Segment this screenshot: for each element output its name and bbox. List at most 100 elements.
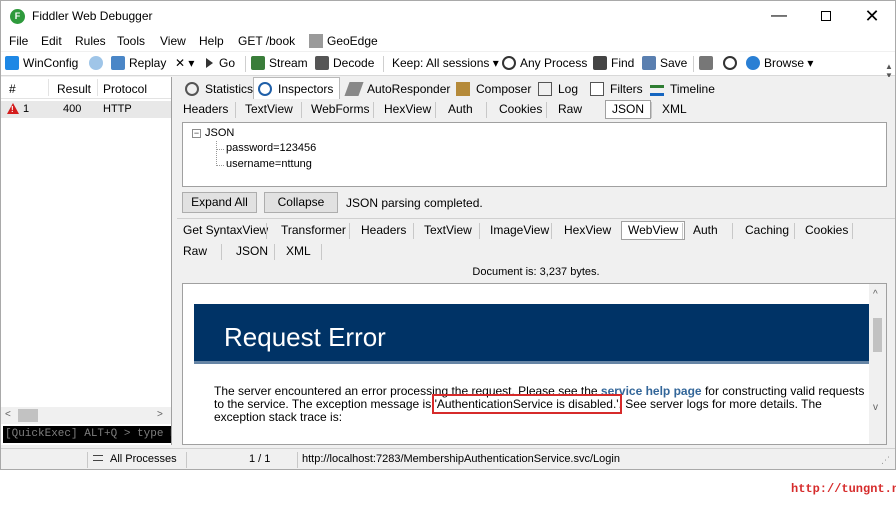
tab-inspectors[interactable]: Inspectors bbox=[253, 77, 341, 99]
service-help-link[interactable]: service help page bbox=[601, 384, 702, 398]
menu-geoedge[interactable]: GeoEdge bbox=[309, 34, 378, 48]
req-tab-cookies[interactable]: Cookies bbox=[499, 102, 542, 116]
tab-log[interactable]: Log bbox=[534, 80, 584, 99]
collapse-node-icon[interactable]: − bbox=[192, 129, 201, 138]
req-tab-textview[interactable]: TextView bbox=[245, 102, 293, 116]
tab-filters[interactable]: Filters bbox=[586, 80, 649, 99]
winconfig-label: WinConfig bbox=[23, 56, 79, 70]
maximize-button[interactable] bbox=[803, 1, 849, 31]
fiddler-logo-icon: F bbox=[10, 9, 25, 24]
json-node-username[interactable]: username=nttung bbox=[226, 158, 312, 170]
tab-divider bbox=[551, 223, 552, 239]
menu-tools[interactable]: Tools bbox=[117, 34, 145, 48]
resp-tab-raw[interactable]: Raw bbox=[183, 244, 207, 258]
menu-edit[interactable]: Edit bbox=[41, 34, 62, 48]
json-root-node[interactable]: JSON bbox=[205, 127, 234, 139]
stream-button[interactable]: Stream bbox=[251, 56, 308, 70]
tree-connector bbox=[216, 165, 224, 166]
find-button[interactable]: Find bbox=[593, 56, 634, 70]
screenshot-button[interactable] bbox=[699, 56, 717, 70]
resp-tab-xml[interactable]: XML bbox=[286, 244, 311, 258]
tab-autoresponder[interactable]: AutoResponder bbox=[343, 80, 456, 99]
replay-button[interactable]: Replay bbox=[111, 56, 166, 70]
comment-button[interactable] bbox=[89, 56, 107, 70]
error-text-before: The server encountered an error processi… bbox=[214, 384, 601, 398]
remove-sessions-button[interactable]: ✕ ▾ bbox=[175, 56, 194, 70]
browse-button[interactable]: Browse ▾ bbox=[746, 56, 813, 70]
req-tab-raw[interactable]: Raw bbox=[558, 102, 582, 116]
menu-help[interactable]: Help bbox=[199, 34, 224, 48]
clock-icon bbox=[723, 56, 737, 70]
go-button[interactable]: Go bbox=[206, 56, 235, 70]
tab-statistics[interactable]: Statistics bbox=[181, 80, 259, 99]
scroll-thumb[interactable] bbox=[873, 318, 882, 352]
keep-sessions-dropdown[interactable]: Keep: All sessions ▾ bbox=[392, 56, 499, 70]
toolbar-separator bbox=[383, 56, 384, 72]
window-title: Fiddler Web Debugger bbox=[32, 9, 153, 23]
scroll-thumb[interactable] bbox=[18, 409, 38, 422]
process-filter[interactable]: All Processes bbox=[93, 453, 177, 465]
resize-grip-icon[interactable]: ⋰ bbox=[881, 455, 890, 466]
req-tab-hexview[interactable]: HexView bbox=[384, 102, 431, 116]
resp-tab-cookies[interactable]: Cookies bbox=[805, 223, 848, 237]
collapse-button[interactable]: Collapse bbox=[264, 192, 338, 213]
tab-divider bbox=[546, 102, 547, 118]
toolbar-overflow-icon[interactable]: ▲ ▼ bbox=[885, 62, 893, 80]
column-header-number[interactable]: # bbox=[9, 82, 16, 96]
resp-tab-json[interactable]: JSON bbox=[236, 244, 268, 258]
req-tab-headers[interactable]: Headers bbox=[183, 102, 228, 116]
tab-composer[interactable]: Composer bbox=[452, 80, 537, 99]
json-node-password[interactable]: password=123456 bbox=[226, 142, 316, 154]
quickexec-input[interactable]: [QuickExec] ALT+Q > type HELP t bbox=[3, 426, 171, 443]
webview-vertical-scrollbar[interactable]: ^ v bbox=[869, 284, 886, 444]
comment-icon bbox=[89, 56, 103, 70]
req-tab-xml[interactable]: XML bbox=[662, 102, 687, 116]
resp-tab-imageview[interactable]: ImageView bbox=[490, 223, 549, 237]
scroll-right-icon[interactable]: > bbox=[157, 409, 163, 420]
winconfig-button[interactable]: WinConfig bbox=[5, 56, 78, 70]
menu-get-book[interactable]: GET /book bbox=[238, 34, 295, 48]
resp-tab-transformer[interactable]: Transformer bbox=[281, 223, 346, 237]
decode-icon bbox=[315, 56, 329, 70]
decode-button[interactable]: Decode bbox=[315, 56, 374, 70]
session-id: 1 bbox=[23, 103, 30, 115]
tab-divider bbox=[373, 102, 374, 118]
column-header-protocol[interactable]: Protocol bbox=[103, 82, 147, 96]
timer-button[interactable] bbox=[723, 56, 741, 70]
resp-tab-syntaxview[interactable]: Get SyntaxView bbox=[183, 223, 268, 237]
toolbar-separator bbox=[245, 56, 246, 72]
session-count: 1 / 1 bbox=[249, 453, 271, 465]
status-divider bbox=[87, 452, 88, 468]
menu-rules[interactable]: Rules bbox=[75, 34, 106, 48]
save-button[interactable]: Save bbox=[642, 56, 687, 70]
scroll-up-icon[interactable]: ^ bbox=[873, 289, 878, 300]
menu-file[interactable]: File bbox=[9, 34, 28, 48]
decode-label: Decode bbox=[333, 56, 375, 70]
resp-tab-auth[interactable]: Auth bbox=[693, 223, 718, 237]
menu-view[interactable]: View bbox=[160, 34, 186, 48]
req-tab-webforms[interactable]: WebForms bbox=[311, 102, 369, 116]
play-icon bbox=[206, 58, 213, 68]
close-button[interactable]: ✕ bbox=[849, 1, 895, 31]
expand-all-button[interactable]: Expand All bbox=[182, 192, 257, 213]
tab-timeline[interactable]: Timeline bbox=[646, 80, 721, 99]
resp-tab-webview[interactable]: WebView bbox=[621, 221, 686, 240]
any-process-button[interactable]: Any Process bbox=[502, 56, 587, 70]
minimize-button[interactable]: — bbox=[756, 1, 802, 31]
scroll-left-icon[interactable]: < bbox=[5, 409, 11, 420]
resp-tab-caching[interactable]: Caching bbox=[745, 223, 789, 237]
resp-tab-textview[interactable]: TextView bbox=[424, 223, 472, 237]
req-tab-json[interactable]: JSON bbox=[605, 100, 652, 119]
stream-icon bbox=[251, 56, 265, 70]
resp-tab-headers[interactable]: Headers bbox=[361, 223, 406, 237]
tab-divider bbox=[682, 223, 683, 239]
sessions-horizontal-scrollbar[interactable]: < > bbox=[1, 407, 171, 424]
req-tab-auth[interactable]: Auth bbox=[448, 102, 473, 116]
scroll-down-icon[interactable]: v bbox=[873, 402, 878, 413]
tab-divider bbox=[321, 244, 322, 260]
column-divider bbox=[48, 79, 49, 96]
column-header-result[interactable]: Result bbox=[57, 82, 91, 96]
resp-tab-hexview[interactable]: HexView bbox=[564, 223, 611, 237]
session-row[interactable]: ! 1 400 HTTP bbox=[1, 101, 171, 118]
watermark: http://tungnt.net bbox=[791, 482, 896, 496]
